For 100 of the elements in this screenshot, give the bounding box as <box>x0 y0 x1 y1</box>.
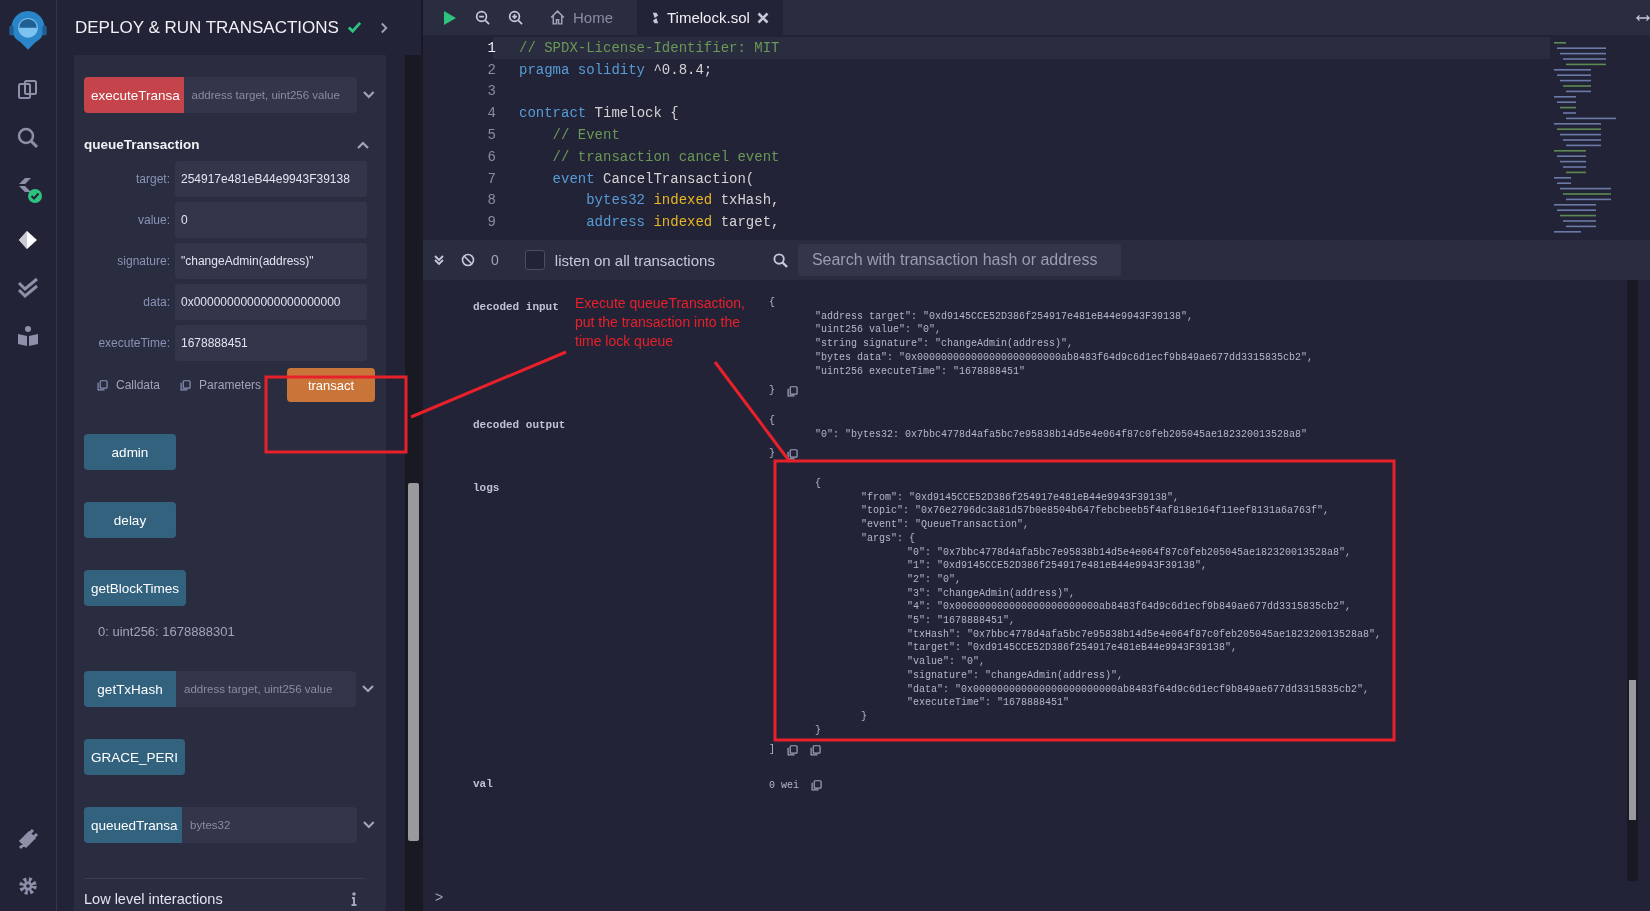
json-line: "2": "0", <box>907 572 962 587</box>
input-field[interactable]: 254917e481eB44e9943F39138 <box>175 161 367 197</box>
json-line: "signature": "changeAdmin(address)", <box>907 668 1125 683</box>
chevron-up-icon[interactable] <box>357 140 369 149</box>
json-line: "3": "changeAdmin(address)", <box>907 586 1077 601</box>
clear-icon[interactable] <box>461 253 475 267</box>
json-line: ] <box>769 743 775 758</box>
copy-icon[interactable] <box>787 448 798 460</box>
json-line: "from": "0xd9145CCE52D386f254917e481eB44e9943F39138", <box>861 490 1181 505</box>
zoom-in-icon[interactable] <box>508 10 523 25</box>
input-field[interactable]: 0 <box>175 202 367 238</box>
line-number: 1 <box>486 39 497 56</box>
input-field[interactable]: "changeAdmin(address)" <box>175 243 367 279</box>
play-icon[interactable] <box>443 9 457 26</box>
double-check-icon[interactable] <box>16 276 40 300</box>
field-label: value: <box>136 213 170 227</box>
function-button[interactable]: getBlockTimes <box>84 570 187 606</box>
field-label: signature: <box>116 254 170 268</box>
expand-icon[interactable] <box>1636 12 1650 23</box>
copy-link[interactable]: Calldata <box>97 378 161 392</box>
code-line: bytes32 indexed txHash, <box>585 192 780 209</box>
params-field[interactable]: address target, uint256 value <box>176 671 356 707</box>
copy-icon[interactable] <box>810 744 821 756</box>
annotation-text: Execute queueTransaction, put the transaction into the time lock queue <box>575 294 746 351</box>
json-line: "string signature": "changeAdmin(address)", <box>815 337 1075 351</box>
function-title: queueTransaction <box>84 137 200 152</box>
json-line: "target": "0xd9145CCE52D386f254917e481eB44e9943F39138", <box>907 641 1239 656</box>
json-line: "0": "bytes32: 0x7bbc4778d4afa5bc7e95838b14d5e4e064f87c0feb205045ae182320013528a8" <box>815 427 1308 442</box>
json-line: { <box>815 477 822 491</box>
json-line: "0": "0x7bbc4778d4afa5bc7e95838b14d5e4e064f87c0feb205045ae182320013528a8", <box>907 545 1353 560</box>
console-prompt[interactable]: > <box>435 889 1650 905</box>
file-icon <box>651 10 660 25</box>
json-line: "5": "1678888451", <box>907 614 1017 628</box>
chevron-down-icon[interactable] <box>363 91 375 99</box>
scrollbar-thumb[interactable] <box>1629 680 1636 820</box>
copy-link[interactable]: Parameters <box>180 378 262 392</box>
line-number: 4 <box>486 105 497 122</box>
function-button[interactable]: admin <box>84 434 176 470</box>
function-button[interactable]: executeTransa <box>84 77 184 113</box>
line-number: 9 <box>486 214 497 231</box>
copy-icon[interactable] <box>811 780 822 792</box>
params-field[interactable]: bytes32 <box>182 807 358 843</box>
function-button[interactable]: GRACE_PERI <box>84 739 186 775</box>
logo-icon[interactable] <box>6 8 50 52</box>
input-field[interactable]: 1678888451 <box>175 325 367 361</box>
json-line: } <box>861 710 867 724</box>
line-number: 8 <box>486 192 497 209</box>
code-line: contract Timelock { <box>519 105 679 122</box>
console-label: decoded input <box>473 301 559 313</box>
line-number: 6 <box>486 148 497 165</box>
field-label: data: <box>142 295 170 309</box>
json-line: "bytes data": "0x000000000000000000000000ab8483f64d9c6d1ecf9b849ae677dd3315835cb2", <box>815 350 1314 365</box>
function-button[interactable]: delay <box>84 502 176 538</box>
info-icon[interactable] <box>351 892 357 906</box>
copy-icon[interactable] <box>787 744 798 756</box>
json-line: "args": { <box>861 531 916 546</box>
function-button[interactable]: queuedTransa <box>84 807 183 843</box>
json-line: } <box>815 723 821 738</box>
copy-icon <box>97 379 108 391</box>
code-line: event CancelTransaction( <box>551 170 755 187</box>
chevron-down-icon[interactable] <box>363 821 375 829</box>
json-line: { <box>769 296 776 310</box>
scrollbar-thumb[interactable] <box>408 483 419 841</box>
copy-icon[interactable] <box>787 385 798 397</box>
json-line: "4": "0x000000000000000000000000ab8483f64d9c6d1ecf9b849ae677dd3315835cb2", <box>907 600 1353 615</box>
settings-icon[interactable] <box>17 875 39 897</box>
search-field[interactable]: Search with transaction hash or address <box>797 244 1121 276</box>
line-number: 2 <box>486 61 497 78</box>
json-line: "value": "0", <box>907 655 986 669</box>
params-field[interactable]: address target, uint256 value <box>183 77 358 113</box>
chevron-right-icon[interactable] <box>379 21 389 34</box>
json-line: } <box>769 384 775 398</box>
collapse-icon[interactable] <box>433 254 445 266</box>
field-label: executeTime: <box>97 336 170 350</box>
function-button[interactable]: getTxHash <box>84 671 176 707</box>
code-line: pragma solidity ^0.8.4; <box>519 61 713 78</box>
json-line: "executeTime": "1678888451" <box>907 696 1071 710</box>
close-icon[interactable] <box>756 11 769 24</box>
json-line: } <box>769 447 775 462</box>
console-label: logs <box>473 482 500 495</box>
json-line: "event": "QueueTransaction", <box>861 518 1031 532</box>
zoom-out-icon[interactable] <box>475 10 490 25</box>
checkbox[interactable] <box>524 250 545 270</box>
editor-tab[interactable]: Timelock.sol <box>637 0 783 35</box>
json-line: "uint256 value": "0", <box>815 323 943 338</box>
book-icon[interactable] <box>16 324 40 348</box>
home-icon <box>549 9 566 26</box>
json-line: "topic": "0x76e2796dc3a81d57b0e8504b647febcbeeb5f4af818e164f11eef8131a6a763f", <box>861 504 1331 519</box>
files-icon[interactable] <box>16 78 40 102</box>
editor-tab[interactable]: Home <box>535 0 627 35</box>
line-number: 7 <box>486 170 497 187</box>
chevron-down-icon[interactable] <box>362 685 374 693</box>
input-field[interactable]: 0x0000000000000000000000 <box>175 284 367 320</box>
json-line: "1": "0xd9145CCE52D386f254917e481eB44e9943F39138", <box>907 559 1209 573</box>
code-line: // SPDX-License-Identifier: MIT <box>519 39 780 56</box>
checkbox-label: listen on all transactions <box>554 251 715 269</box>
search-icon[interactable] <box>772 252 788 268</box>
code-line: // Event <box>551 127 620 144</box>
search-icon[interactable] <box>16 126 40 150</box>
json-line: "txHash": "0x7bbc4778d4afa5bc7e95838b14d5e4e064f87c0feb205045ae182320013528a8", <box>907 627 1382 642</box>
